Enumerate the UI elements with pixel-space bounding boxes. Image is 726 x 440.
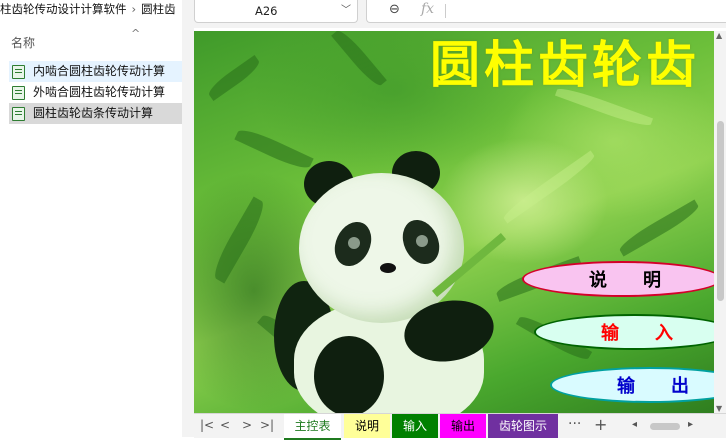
spreadsheet-file-icon xyxy=(12,86,25,100)
name-box[interactable]: A26 ﹀ xyxy=(194,0,358,23)
panda-nose xyxy=(380,263,396,273)
name-column-label: 名称 xyxy=(11,36,36,50)
vertical-scrollbar[interactable]: ▲ ▼ xyxy=(714,31,726,413)
output-button[interactable]: 输 出 xyxy=(550,367,714,403)
panda-eye xyxy=(416,235,428,247)
instructions-button[interactable]: 说 明 xyxy=(522,261,714,297)
bamboo-leaf xyxy=(331,31,387,90)
breadcrumb-separator-icon: › xyxy=(131,2,137,16)
breadcrumb-item[interactable]: 圆柱齿 xyxy=(141,0,176,18)
scroll-right-icon[interactable]: ▸ xyxy=(688,419,693,430)
file-name: 内啮合圆柱齿轮传动计算 xyxy=(33,64,166,78)
scroll-down-icon[interactable]: ▼ xyxy=(716,404,722,413)
spreadsheet-file-icon xyxy=(12,107,25,121)
magnifier-icon[interactable]: ⊖ xyxy=(389,2,400,17)
chevron-down-icon[interactable]: ﹀ xyxy=(341,0,351,22)
file-explorer-pane: 柱齿轮传动设计计算软件 › 圆柱齿 名称 ^ 内啮合圆柱齿轮传动计算 外啮合圆柱齿轮… xyxy=(0,0,183,437)
panda-eye xyxy=(348,237,360,249)
add-sheet-icon[interactable]: + xyxy=(594,415,607,434)
bamboo-leaf xyxy=(205,55,263,101)
more-sheets-icon[interactable]: ··· xyxy=(568,416,581,432)
sheet-tab-bar: |< < > >| 主控表 说明 输入 输出 齿轮图示 ··· + ◂ ▸ xyxy=(194,413,726,440)
formula-bar: A26 ﹀ ⊖ fx xyxy=(194,0,726,28)
cell-reference: A26 xyxy=(255,4,278,18)
file-item[interactable]: 内啮合圆柱齿轮传动计算 xyxy=(9,61,182,82)
tab-output[interactable]: 输出 xyxy=(440,414,486,438)
formula-input[interactable]: ⊖ fx xyxy=(366,0,726,23)
pane-splitter[interactable] xyxy=(182,0,194,437)
breadcrumb: 柱齿轮传动设计计算软件 › 圆柱齿 xyxy=(0,0,182,20)
prev-sheet-icon[interactable]: < xyxy=(220,418,230,432)
scroll-left-icon[interactable]: ◂ xyxy=(632,419,637,430)
bamboo-leaf xyxy=(616,199,702,257)
tab-instructions[interactable]: 说明 xyxy=(344,414,390,438)
breadcrumb-item[interactable]: 柱齿轮传动设计计算软件 xyxy=(0,0,127,18)
name-column-header[interactable]: 名称 ^ xyxy=(0,27,182,54)
horizontal-scroll-thumb[interactable] xyxy=(650,423,680,430)
next-sheet-icon[interactable]: > xyxy=(242,418,252,432)
tab-gear-diagram[interactable]: 齿轮图示 xyxy=(488,414,558,438)
panda-paw xyxy=(314,336,384,413)
file-item[interactable]: 外啮合圆柱齿轮传动计算 xyxy=(9,82,182,103)
sheet-canvas[interactable]: 圆柱齿轮齿 说 明 输 入 输 出 xyxy=(194,31,714,413)
panda-illustration xyxy=(274,151,524,413)
tab-input[interactable]: 输入 xyxy=(392,414,438,438)
file-item-selected[interactable]: 圆柱齿轮齿条传动计算 xyxy=(9,103,182,124)
scroll-thumb[interactable] xyxy=(717,121,724,301)
divider xyxy=(445,4,446,18)
spreadsheet-file-icon xyxy=(12,65,25,79)
first-sheet-icon[interactable]: |< xyxy=(200,418,214,432)
file-name: 圆柱齿轮齿条传动计算 xyxy=(33,106,154,120)
file-name: 外啮合圆柱齿轮传动计算 xyxy=(33,85,166,99)
scroll-up-icon[interactable]: ▲ xyxy=(716,31,722,40)
tab-main[interactable]: 主控表 xyxy=(284,414,341,440)
sheet-title: 圆柱齿轮齿 xyxy=(430,36,700,94)
bamboo-leaf xyxy=(208,196,270,284)
fx-icon[interactable]: fx xyxy=(421,1,434,17)
last-sheet-icon[interactable]: >| xyxy=(260,418,274,432)
sort-caret-icon: ^ xyxy=(131,27,141,40)
